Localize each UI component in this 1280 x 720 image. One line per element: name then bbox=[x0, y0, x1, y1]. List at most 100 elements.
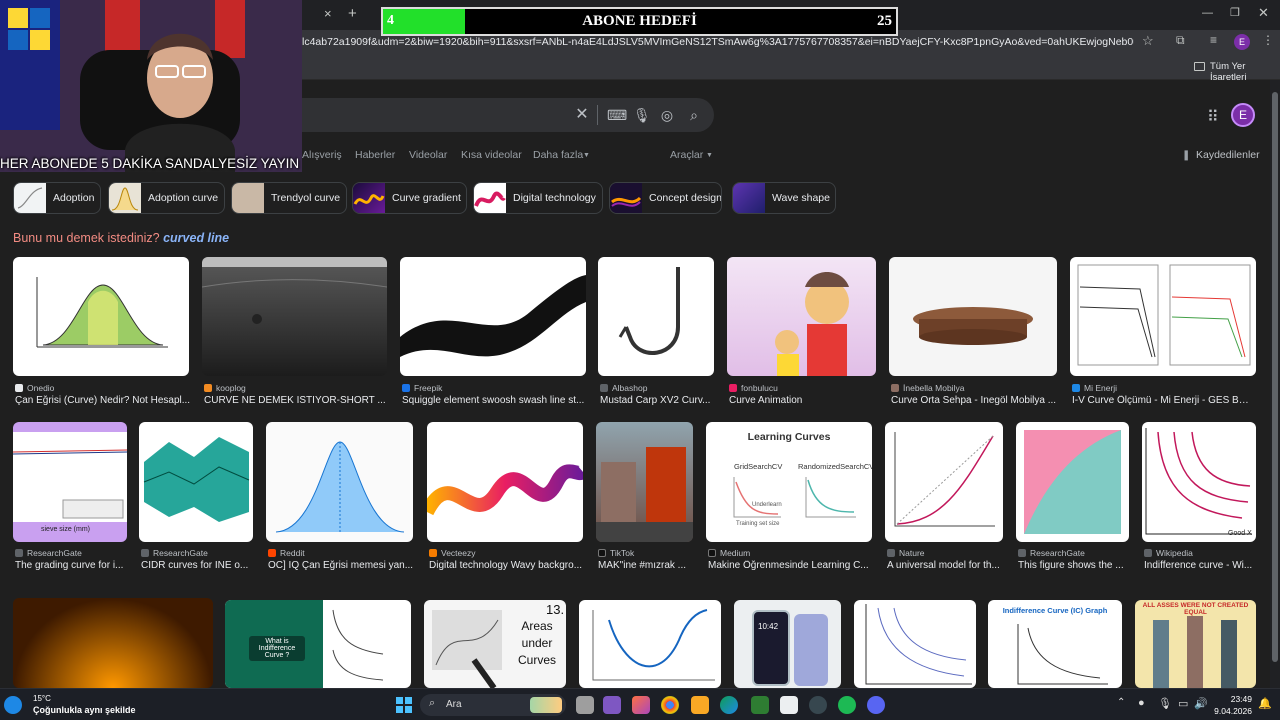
chip-trendyol-curve[interactable]: Trendyol curve bbox=[231, 182, 347, 214]
reading-list-icon[interactable]: ≡ bbox=[1210, 33, 1217, 47]
chip-wave-shape[interactable]: Wave shape bbox=[732, 182, 836, 214]
result-source: fonbulucu bbox=[741, 383, 778, 393]
close-window-icon[interactable]: ✕ bbox=[1258, 5, 1269, 21]
url-field[interactable]: lc4ab72a1909f&udm=2&biw=1920&bih=911&sxs… bbox=[302, 36, 1134, 48]
spotify-icon[interactable] bbox=[838, 696, 856, 714]
tab-videos[interactable]: Videolar bbox=[409, 149, 447, 161]
result-title[interactable]: MAK"ine #mızrak ... bbox=[598, 560, 695, 571]
result-title[interactable]: Squiggle element swoosh swash line st... bbox=[402, 395, 588, 406]
apps-grid-icon[interactable]: ⠿ bbox=[1207, 107, 1219, 127]
suggest-prefix: Bunu mu demek istediniz? bbox=[13, 231, 160, 245]
result-title[interactable]: Çan Eğrisi (Curve) Nedir? Not Hesapl... bbox=[15, 395, 191, 406]
scrollbar[interactable] bbox=[1270, 80, 1280, 688]
result-image-bell-curve bbox=[13, 257, 189, 376]
result-image-universal-model bbox=[885, 422, 1003, 542]
keyboard-icon[interactable]: ⌨ bbox=[607, 107, 627, 123]
clock-date[interactable]: 9.04.2026 bbox=[1210, 706, 1252, 716]
scrollbar-thumb[interactable] bbox=[1272, 92, 1278, 662]
result-source: İnebella Mobilya bbox=[903, 383, 965, 393]
more-chevron-icon: ▼ bbox=[583, 152, 590, 159]
result-image-ic-graph: Indifference Curve (IC) Graph bbox=[988, 600, 1122, 688]
tray-chevron-icon[interactable]: ⌃ bbox=[1117, 697, 1125, 708]
webcam-overlay: HER ABONEDE 5 DAKİKA SANDALYESİZ YAYIN bbox=[0, 0, 302, 172]
result-title[interactable]: CURVE NE DEMEK İSTİYOR-SHORT ... bbox=[204, 395, 389, 406]
menu-dots-icon[interactable]: ⋮ bbox=[1262, 33, 1274, 47]
taskbar-search[interactable]: ⌕ Ara bbox=[420, 694, 566, 716]
tab-news[interactable]: Haberler bbox=[355, 149, 395, 161]
result-source: Freepik bbox=[414, 383, 443, 393]
obs-icon[interactable] bbox=[809, 696, 827, 714]
star-icon[interactable]: ☆ bbox=[1142, 33, 1154, 49]
volume-icon[interactable]: 🔊 bbox=[1194, 697, 1208, 710]
chip-thumbnail bbox=[733, 183, 765, 213]
xbox-icon[interactable] bbox=[751, 696, 769, 714]
profile-avatar[interactable]: E bbox=[1234, 34, 1250, 50]
clock-time[interactable]: 23:49 bbox=[1222, 694, 1252, 704]
app-icon[interactable] bbox=[603, 696, 621, 714]
minimize-icon[interactable]: — bbox=[1202, 7, 1213, 19]
tab-short-videos[interactable]: Kısa videolar bbox=[461, 149, 522, 161]
new-tab-button[interactable]: + bbox=[348, 5, 357, 22]
windows-start-icon[interactable] bbox=[396, 697, 412, 713]
tab-shopping[interactable]: Alışveriş bbox=[302, 149, 342, 161]
result-title[interactable]: I-V Curve Ölçümü - Mi Enerji - GES Ba... bbox=[1072, 395, 1252, 406]
chip-label: Adoption curve bbox=[148, 192, 219, 204]
favicon-icon bbox=[600, 384, 608, 392]
folder-icon bbox=[1194, 62, 1205, 71]
suggest-link[interactable]: curved line bbox=[163, 231, 229, 245]
chip-digital-technology[interactable]: Digital technology bbox=[473, 182, 603, 214]
spelling-suggestion: Bunu mu demek istediniz? curved line bbox=[13, 231, 229, 245]
discord-icon[interactable] bbox=[867, 696, 885, 714]
result-title[interactable]: Curve Animation bbox=[729, 395, 878, 406]
copilot-icon[interactable] bbox=[632, 696, 650, 714]
image-text: Areas under Curves bbox=[517, 619, 556, 667]
result-title[interactable]: OC] IQ Çan Eğrisi memesi yan... bbox=[268, 560, 415, 571]
task-view-icon[interactable] bbox=[576, 696, 594, 714]
result-image-asses: ALL ASSES WERE NOT CREATED EQUAL bbox=[1135, 600, 1256, 688]
divider bbox=[597, 105, 598, 125]
store-icon[interactable] bbox=[780, 696, 798, 714]
result-title[interactable]: Makine Öğrenmesinde Learning C... bbox=[708, 560, 874, 571]
account-avatar[interactable]: E bbox=[1231, 103, 1255, 127]
mic-icon[interactable]: 🎙 bbox=[633, 107, 651, 123]
maximize-icon[interactable]: ❐ bbox=[1230, 6, 1240, 19]
weather-icon[interactable] bbox=[4, 696, 22, 714]
file-explorer-icon[interactable] bbox=[691, 696, 709, 714]
image-text: Good X bbox=[1228, 530, 1252, 537]
chip-thumbnail bbox=[474, 183, 506, 213]
result-title[interactable]: Digital technology Wavy backgro... bbox=[429, 560, 585, 571]
network-icon[interactable]: ▭ bbox=[1178, 697, 1188, 710]
chrome-icon[interactable] bbox=[661, 696, 679, 714]
result-title[interactable]: This figure shows the ... bbox=[1018, 560, 1131, 571]
chip-concept-design[interactable]: Concept design bbox=[609, 182, 722, 214]
tools-button[interactable]: Araçlar bbox=[670, 149, 703, 161]
search-box[interactable]: ✕ ⌨ 🎙 ◎ ⌕ bbox=[302, 98, 714, 132]
search-icon[interactable]: ⌕ bbox=[686, 107, 702, 123]
edge-icon[interactable] bbox=[720, 696, 738, 714]
result-title[interactable]: The grading curve for i... bbox=[15, 560, 129, 571]
result-image-concrete-wall bbox=[202, 257, 387, 376]
chip-adoption-curve[interactable]: Adoption curve bbox=[108, 182, 225, 214]
result-source: Medium bbox=[720, 548, 751, 558]
saved-link[interactable]: Kaydedilenler bbox=[1196, 149, 1260, 161]
lens-icon[interactable]: ◎ bbox=[659, 107, 675, 123]
result-source: Mi Enerji bbox=[1084, 383, 1118, 393]
result-source: Nature bbox=[899, 548, 925, 558]
tab-more[interactable]: Daha fazla bbox=[533, 149, 583, 161]
result-title[interactable]: Mustad Carp XV2 Curv... bbox=[600, 395, 716, 406]
extensions-icon[interactable]: ⧉ bbox=[1176, 33, 1185, 48]
favicon-icon bbox=[887, 549, 895, 557]
result-title[interactable]: CIDR curves for INE o... bbox=[141, 560, 255, 571]
clear-icon[interactable]: ✕ bbox=[574, 107, 590, 123]
result-title[interactable]: Curve Orta Sehpa - İnegöl Mobilya ... bbox=[891, 395, 1059, 406]
chip-adoption[interactable]: Adoption bbox=[13, 182, 101, 214]
notification-icon[interactable]: 🔔 bbox=[1258, 697, 1272, 710]
chip-curve-gradient[interactable]: Curve gradient bbox=[352, 182, 467, 214]
result-title[interactable]: Indifference curve - Wi... bbox=[1144, 560, 1258, 571]
result-image-cidr-3d bbox=[139, 422, 253, 542]
mic-tray-icon[interactable]: 🎙 bbox=[1158, 697, 1172, 710]
tab-close-icon[interactable]: × bbox=[324, 6, 332, 21]
tray-app-icon[interactable]: ● bbox=[1138, 697, 1145, 709]
chip-label: Wave shape bbox=[772, 192, 830, 204]
result-title[interactable]: A universal model for th... bbox=[887, 560, 1005, 571]
